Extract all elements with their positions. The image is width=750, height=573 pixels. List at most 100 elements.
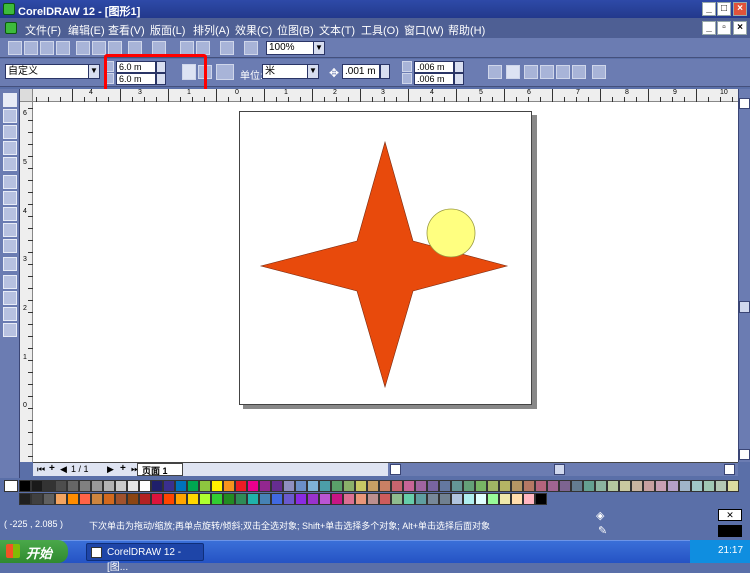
freehand-tool-icon[interactable]: [3, 141, 17, 155]
four-point-star[interactable]: [259, 140, 509, 389]
color-swatch[interactable]: [379, 480, 391, 492]
color-swatch[interactable]: [499, 493, 511, 505]
corel-online-icon[interactable]: [244, 41, 258, 55]
duplicate-x-field[interactable]: .006 m: [414, 61, 454, 73]
color-swatch[interactable]: [403, 480, 415, 492]
more-options-icon[interactable]: [592, 65, 606, 79]
add-page-before-icon[interactable]: +: [49, 463, 55, 474]
page-tab-1[interactable]: 页面 1: [137, 463, 183, 476]
align-icon[interactable]: [540, 65, 554, 79]
pointer-options-icon[interactable]: [556, 65, 570, 79]
color-swatch[interactable]: [175, 480, 187, 492]
zoom-level-field[interactable]: 100%: [266, 41, 314, 55]
color-swatch[interactable]: [67, 493, 79, 505]
color-swatch[interactable]: [247, 480, 259, 492]
new-icon[interactable]: [8, 41, 22, 55]
rectangle-tool-icon[interactable]: [3, 175, 17, 189]
ellipse-tool-icon[interactable]: [3, 191, 17, 205]
color-swatch[interactable]: [103, 493, 115, 505]
doc-close-button[interactable]: ×: [733, 21, 747, 35]
color-swatch[interactable]: [175, 493, 187, 505]
prev-page-icon[interactable]: ◀: [60, 464, 67, 475]
horizontal-scroll-thumb[interactable]: [554, 464, 565, 475]
color-swatch[interactable]: [523, 480, 535, 492]
color-swatch[interactable]: [331, 493, 343, 505]
minimize-button[interactable]: _: [702, 2, 716, 16]
paper-preset-select[interactable]: 自定义: [5, 64, 89, 79]
color-swatch[interactable]: [463, 480, 475, 492]
color-swatch[interactable]: [259, 480, 271, 492]
fill-tool-icon[interactable]: [3, 307, 17, 321]
color-swatch[interactable]: [511, 480, 523, 492]
color-swatch[interactable]: [235, 493, 247, 505]
eyedropper-tool-icon[interactable]: [3, 275, 17, 289]
color-swatch[interactable]: [727, 480, 739, 492]
color-swatch[interactable]: [211, 480, 223, 492]
color-swatch[interactable]: [343, 480, 355, 492]
snap-icon[interactable]: [506, 65, 520, 79]
outline-indicator-icon[interactable]: ✎: [598, 524, 607, 537]
color-swatch[interactable]: [595, 480, 607, 492]
no-fill-swatch[interactable]: [4, 480, 18, 492]
dynamic-guides-icon[interactable]: [524, 65, 538, 79]
scroll-right-icon[interactable]: [724, 464, 735, 475]
color-swatch[interactable]: [163, 493, 175, 505]
cut-icon[interactable]: [76, 41, 90, 55]
color-swatch[interactable]: [271, 480, 283, 492]
color-swatch[interactable]: [523, 493, 535, 505]
color-swatch[interactable]: [571, 480, 583, 492]
close-button[interactable]: ×: [733, 2, 747, 16]
color-swatch[interactable]: [307, 493, 319, 505]
color-swatch[interactable]: [19, 493, 31, 505]
color-swatch[interactable]: [715, 480, 727, 492]
color-swatch[interactable]: [667, 480, 679, 492]
color-swatch[interactable]: [115, 480, 127, 492]
color-swatch[interactable]: [283, 493, 295, 505]
launcher-icon[interactable]: [220, 41, 234, 55]
color-swatch[interactable]: [475, 493, 487, 505]
color-swatch[interactable]: [187, 480, 199, 492]
color-swatch[interactable]: [391, 493, 403, 505]
color-swatch[interactable]: [691, 480, 703, 492]
color-swatch[interactable]: [19, 480, 31, 492]
color-swatch[interactable]: [283, 480, 295, 492]
maximize-button[interactable]: □: [717, 2, 731, 16]
doc-restore-button[interactable]: ▫: [717, 21, 731, 35]
color-swatch[interactable]: [55, 493, 67, 505]
color-swatch[interactable]: [295, 480, 307, 492]
menu-text[interactable]: 文本(T): [319, 22, 355, 38]
color-swatch[interactable]: [31, 480, 43, 492]
color-swatch[interactable]: [151, 480, 163, 492]
horizontal-scrollbar[interactable]: [388, 462, 738, 476]
print-icon[interactable]: [56, 41, 70, 55]
color-swatch[interactable]: [403, 493, 415, 505]
color-swatch[interactable]: [199, 493, 211, 505]
units-dropdown-icon[interactable]: ▼: [307, 64, 319, 79]
graph-paper-tool-icon[interactable]: [3, 207, 17, 221]
color-swatch[interactable]: [307, 480, 319, 492]
color-swatch[interactable]: [235, 480, 247, 492]
color-swatch[interactable]: [199, 480, 211, 492]
nudge-field[interactable]: .001 m: [342, 64, 380, 79]
vertical-scroll-thumb[interactable]: [739, 301, 750, 313]
next-page-icon[interactable]: ▶: [107, 464, 114, 475]
color-swatch[interactable]: [367, 493, 379, 505]
outline-tool-icon[interactable]: [3, 291, 17, 305]
interactive-blend-tool-icon[interactable]: [3, 257, 17, 271]
color-swatch[interactable]: [163, 480, 175, 492]
scroll-down-icon[interactable]: [739, 449, 750, 460]
interactive-fill-tool-icon[interactable]: [3, 323, 17, 337]
color-swatch[interactable]: [499, 480, 511, 492]
color-swatch[interactable]: [379, 493, 391, 505]
color-swatch[interactable]: [367, 480, 379, 492]
color-swatch[interactable]: [295, 493, 307, 505]
taskbar-coreldraw-button[interactable]: CorelDRAW 12 - [图...: [86, 543, 204, 573]
duplicate-y-field[interactable]: .006 m: [414, 73, 454, 85]
color-swatch[interactable]: [451, 493, 463, 505]
open-icon[interactable]: [24, 41, 38, 55]
ruler-origin[interactable]: [20, 89, 33, 102]
select-options-icon[interactable]: [572, 65, 586, 79]
paper-preset-dropdown-icon[interactable]: ▼: [88, 64, 100, 79]
color-swatch[interactable]: [355, 493, 367, 505]
page-options-icon[interactable]: [216, 64, 234, 80]
